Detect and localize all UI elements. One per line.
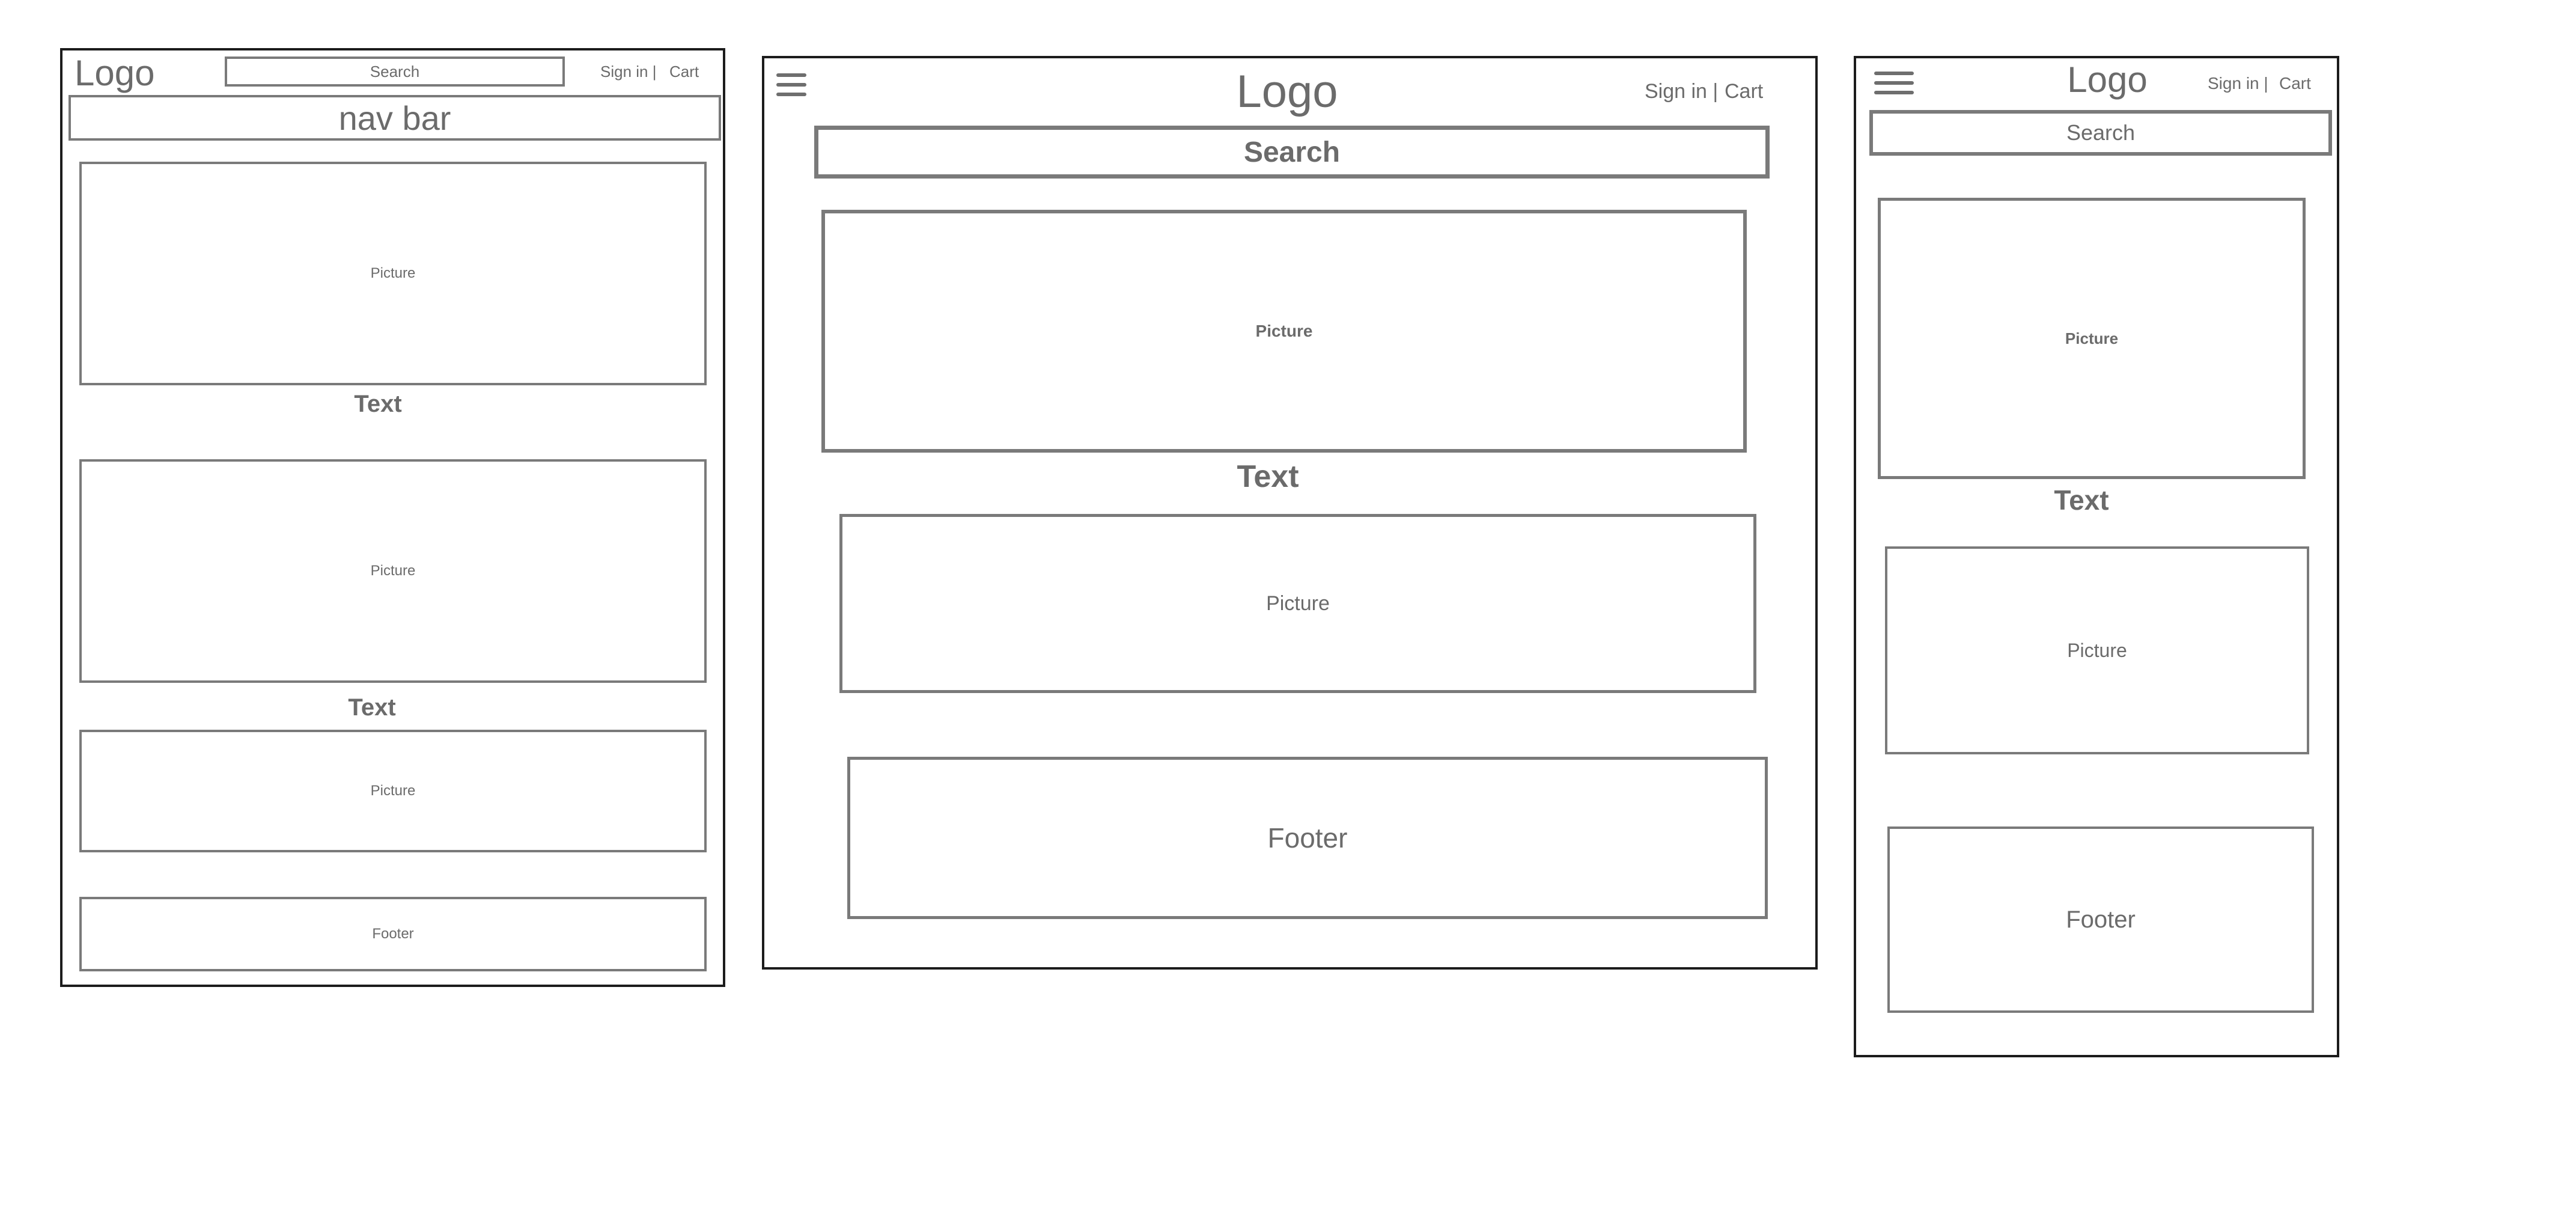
mobile-picture-1-label: Picture — [2065, 329, 2119, 347]
mobile-logo[interactable]: Logo — [2067, 62, 2147, 98]
tablet-cart-link[interactable]: Cart — [1725, 81, 1763, 102]
tablet-search-input[interactable]: Search — [814, 126, 1770, 179]
mobile-sign-in-link[interactable]: Sign in | — [2208, 75, 2268, 92]
desktop-cart-link[interactable]: Cart — [669, 64, 699, 79]
tablet-picture-1-label: Picture — [1255, 322, 1313, 340]
tablet-picture-1: Picture — [821, 210, 1747, 453]
mobile-footer-label: Footer — [2066, 906, 2136, 933]
mobile-search-label: Search — [2066, 120, 2136, 145]
mobile-picture-1: Picture — [1878, 198, 2306, 479]
tablet-search-label: Search — [1243, 136, 1341, 168]
desktop-nav-bar[interactable]: nav bar — [69, 95, 721, 141]
desktop-text-2: Text — [348, 694, 396, 721]
tablet-footer: Footer — [847, 757, 1768, 919]
mobile-picture-2-label: Picture — [2067, 639, 2127, 661]
desktop-search-input[interactable]: Search — [225, 57, 565, 87]
mobile-text-1: Text — [2054, 484, 2109, 516]
tablet-footer-label: Footer — [1267, 822, 1348, 854]
tablet-sign-in-link[interactable]: Sign in | — [1645, 81, 1718, 102]
desktop-picture-2-label: Picture — [370, 563, 416, 579]
mobile-picture-2: Picture — [1885, 546, 2309, 754]
desktop-text-1: Text — [354, 391, 402, 417]
desktop-nav-bar-label: nav bar — [338, 99, 451, 137]
mobile-footer: Footer — [1887, 826, 2314, 1013]
desktop-picture-1-label: Picture — [370, 265, 416, 281]
desktop-picture-2: Picture — [79, 459, 707, 683]
tablet-logo[interactable]: Logo — [1236, 69, 1338, 115]
desktop-sign-in-link[interactable]: Sign in | — [600, 64, 656, 79]
mobile-hamburger-menu-icon[interactable] — [1874, 72, 1914, 94]
desktop-logo[interactable]: Logo — [75, 55, 154, 91]
desktop-picture-3-label: Picture — [370, 783, 416, 799]
mobile-cart-link[interactable]: Cart — [2279, 75, 2311, 92]
desktop-search-label: Search — [370, 62, 420, 81]
tablet-picture-2-label: Picture — [1266, 591, 1330, 615]
desktop-wireframe: Logo Search Sign in | Cart nav bar Pictu… — [60, 48, 725, 987]
desktop-footer: Footer — [79, 897, 707, 971]
tablet-text-1: Text — [1237, 459, 1299, 494]
mobile-search-input[interactable]: Search — [1869, 110, 2332, 156]
desktop-footer-label: Footer — [372, 926, 414, 942]
tablet-picture-2: Picture — [839, 514, 1756, 693]
tablet-wireframe: Logo Sign in | Cart Search Picture Text … — [762, 56, 1818, 970]
desktop-picture-1: Picture — [79, 162, 707, 385]
tablet-hamburger-menu-icon[interactable] — [776, 73, 806, 96]
mobile-wireframe: Logo Sign in | Cart Search Picture Text … — [1854, 56, 2339, 1057]
desktop-picture-3: Picture — [79, 730, 707, 852]
